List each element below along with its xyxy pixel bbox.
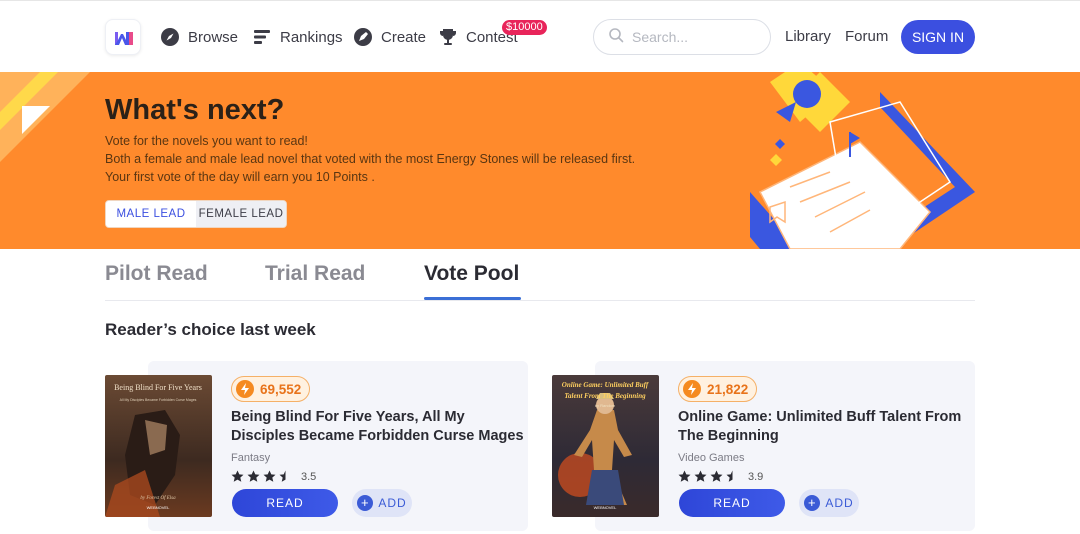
add-to-library-button[interactable]: + ADD — [799, 489, 859, 517]
search-icon — [608, 27, 624, 48]
banner-line-1: Vote for the novels you want to read! — [105, 134, 308, 148]
half-star-icon — [726, 470, 733, 482]
rating-value: 3.5 — [301, 470, 317, 483]
banner-line-3: Your first vote of the day will earn you… — [105, 170, 375, 184]
nav-rankings-label: Rankings — [280, 28, 343, 46]
vote-count: 21,822 — [707, 381, 749, 397]
add-to-library-button[interactable]: + ADD — [352, 489, 412, 517]
search-input[interactable] — [632, 29, 752, 45]
cover-1-brand: WEBNOVEL — [147, 505, 170, 510]
active-tab-indicator — [424, 297, 521, 300]
list-bars-icon — [252, 27, 272, 47]
tab-vote-pool[interactable]: Vote Pool — [424, 262, 519, 286]
cover-2-author: by Random — [595, 403, 616, 408]
trophy-icon — [438, 27, 458, 47]
star-icon — [694, 470, 707, 482]
male-lead-button[interactable]: MALE LEAD — [106, 201, 196, 227]
nav-rankings[interactable]: Rankings — [252, 25, 343, 49]
nav-browse-label: Browse — [188, 28, 239, 46]
tab-pilot-read[interactable]: Pilot Read — [105, 262, 208, 286]
vote-count-badge: 21,822 — [678, 376, 758, 402]
vote-banner: What's next? Vote for the novels you wan… — [0, 72, 1080, 249]
book-cover[interactable]: Being Blind For Five Years All My Discip… — [105, 375, 212, 517]
book-title-line-1: Being Blind For Five Years, All My — [231, 409, 465, 425]
book-cover[interactable]: Online Game: Unlimited Buff Talent From … — [552, 375, 659, 517]
rating-value: 3.9 — [748, 470, 764, 483]
sign-in-button[interactable]: SIGN IN — [901, 20, 975, 54]
bolt-icon — [683, 380, 701, 398]
read-button[interactable]: READ — [232, 489, 338, 517]
vote-count: 69,552 — [260, 381, 302, 397]
book-genre: Fantasy — [231, 452, 271, 464]
cover-1-author: by Forest Of Elsa — [140, 496, 176, 501]
add-label: ADD — [378, 496, 407, 510]
book-title-line-1: Online Game: Unlimited Buff Talent From — [678, 409, 962, 425]
top-navbar: Browse Rankings Create Contest $10000 Li… — [0, 0, 1080, 72]
book-title-line-2: Disciples Became Forbidden Curse Mages — [231, 428, 524, 444]
book-title[interactable]: Online Game: Unlimited Buff Talent From … — [678, 408, 961, 446]
add-label: ADD — [825, 496, 854, 510]
search-box[interactable] — [593, 19, 771, 55]
star-rating: 3.5 — [231, 470, 316, 483]
bolt-icon — [236, 380, 254, 398]
webnovel-logo-icon[interactable] — [105, 19, 141, 55]
book-genre: Video Games — [678, 452, 745, 464]
plus-icon: + — [357, 495, 374, 511]
half-star-icon — [279, 470, 286, 482]
nav-forum[interactable]: Forum — [845, 28, 888, 45]
pen-icon — [353, 27, 373, 47]
vote-count-badge: 69,552 — [231, 376, 311, 402]
cover-2-subtitle: Talent From The Beginning — [564, 392, 646, 400]
nav-browse[interactable]: Browse — [160, 25, 238, 49]
star-icon — [263, 470, 276, 482]
cover-1-title: Being Blind For Five Years — [114, 383, 202, 392]
star-icon — [710, 470, 723, 482]
star-icon — [231, 470, 244, 482]
cover-2-title: Online Game: Unlimited Buff — [562, 381, 649, 389]
female-lead-button[interactable]: FEMALE LEAD — [196, 201, 286, 227]
compass-icon — [160, 27, 180, 47]
star-icon — [247, 470, 260, 482]
nav-create-label: Create — [381, 28, 427, 46]
star-icon — [678, 470, 691, 482]
cover-2-brand: WEBNOVEL — [594, 505, 617, 510]
cover-1-subtitle: All My Disciples Became Forbidden Curse … — [120, 398, 197, 402]
read-button[interactable]: READ — [679, 489, 785, 517]
nav-library[interactable]: Library — [785, 28, 831, 45]
book-title[interactable]: Being Blind For Five Years, All My Disci… — [231, 408, 524, 446]
banner-line-2: Both a female and male lead novel that v… — [105, 152, 636, 166]
read-tabs: Pilot Read Trial Read Vote Pool — [105, 249, 975, 301]
book-title-line-2: The Beginning — [678, 428, 779, 444]
star-rating: 3.9 — [678, 470, 763, 483]
plus-icon: + — [804, 495, 821, 511]
tab-trial-read[interactable]: Trial Read — [265, 262, 365, 286]
lead-toggle: MALE LEAD FEMALE LEAD — [105, 200, 287, 228]
banner-title: What's next? — [105, 94, 285, 126]
nav-create[interactable]: Create — [353, 25, 426, 49]
section-title: Reader’s choice last week — [105, 320, 316, 339]
contest-prize-badge: $10000 — [502, 20, 547, 35]
